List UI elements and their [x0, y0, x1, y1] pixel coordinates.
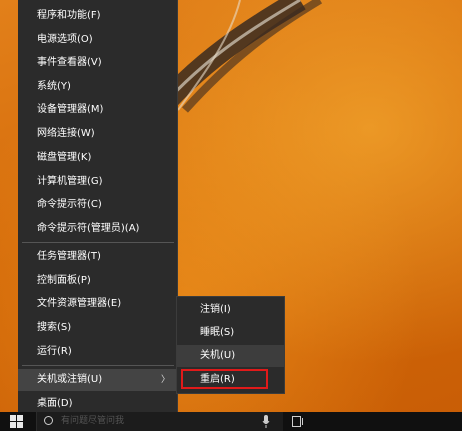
task-view-icon[interactable]	[292, 416, 304, 427]
menu-item-programs-features[interactable]: 程序和功能(F)	[18, 5, 178, 27]
menu-separator	[22, 242, 174, 243]
start-button[interactable]	[0, 412, 36, 431]
menu-item-shutdown-signout[interactable]: 关机或注销(U) 〉	[18, 369, 178, 391]
submenu-item-shutdown[interactable]: 关机(U)	[177, 345, 284, 367]
menu-separator	[22, 365, 174, 366]
menu-item-command-prompt-admin[interactable]: 命令提示符(管理员)(A)	[18, 218, 178, 240]
menu-item-task-manager[interactable]: 任务管理器(T)	[18, 246, 178, 268]
menu-item-disk-management[interactable]: 磁盘管理(K)	[18, 147, 178, 169]
start-icon	[10, 415, 23, 428]
taskbar: 有问题尽管问我	[0, 412, 462, 431]
menu-item-control-panel[interactable]: 控制面板(P)	[18, 270, 178, 292]
restart-highlight-box	[181, 369, 268, 389]
search-box[interactable]: 有问题尽管问我	[36, 412, 283, 431]
menu-item-event-viewer[interactable]: 事件查看器(V)	[18, 52, 178, 74]
menu-item-command-prompt[interactable]: 命令提示符(C)	[18, 194, 178, 216]
menu-item-power-options[interactable]: 电源选项(O)	[18, 29, 178, 51]
menu-item-file-explorer[interactable]: 文件资源管理器(E)	[18, 293, 178, 315]
search-placeholder: 有问题尽管问我	[61, 416, 125, 426]
shutdown-signout-label: 关机或注销(U)	[37, 374, 103, 385]
menu-item-system[interactable]: 系统(Y)	[18, 76, 178, 98]
microphone-icon[interactable]	[262, 415, 270, 428]
menu-item-search[interactable]: 搜索(S)	[18, 317, 178, 339]
submenu-item-sign-out[interactable]: 注销(I)	[177, 299, 284, 321]
submenu-item-sleep[interactable]: 睡眠(S)	[177, 322, 284, 344]
menu-item-device-manager[interactable]: 设备管理器(M)	[18, 99, 178, 121]
chevron-right-icon: 〉	[160, 375, 170, 385]
menu-item-computer-management[interactable]: 计算机管理(G)	[18, 171, 178, 193]
winx-context-menu: 程序和功能(F) 电源选项(O) 事件查看器(V) 系统(Y) 设备管理器(M)…	[18, 0, 178, 412]
cortana-circle-icon	[44, 416, 53, 425]
menu-item-run[interactable]: 运行(R)	[18, 341, 178, 363]
menu-item-network-connections[interactable]: 网络连接(W)	[18, 123, 178, 145]
